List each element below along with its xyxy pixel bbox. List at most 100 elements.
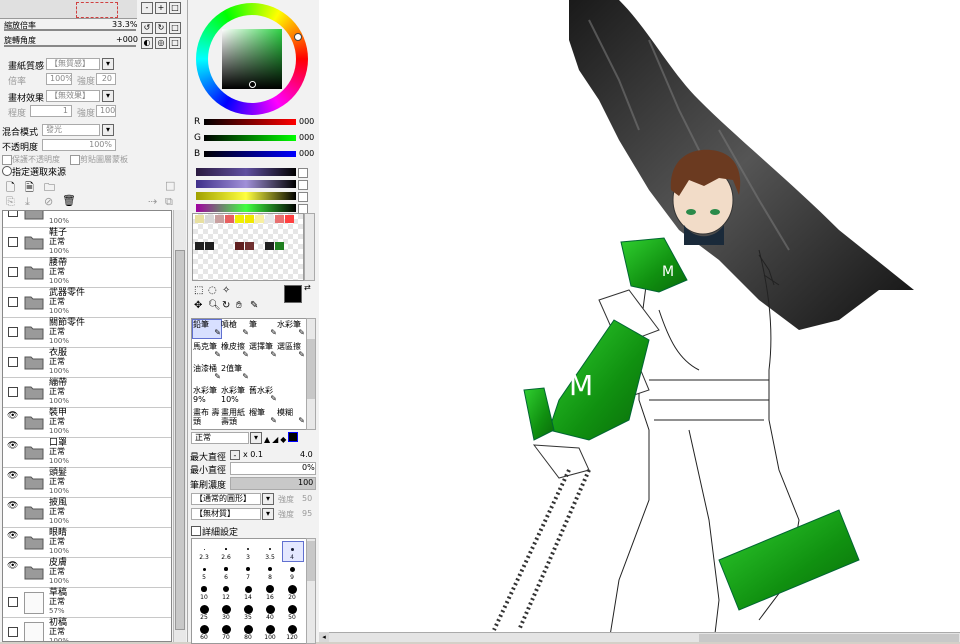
zoom-slider[interactable] xyxy=(4,29,136,31)
mix-bar-1[interactable] xyxy=(196,168,296,176)
tool-button[interactable]: 模糊 ✎ xyxy=(277,408,305,426)
tool-button[interactable]: 噴槍 ✎ xyxy=(221,320,249,338)
eye-icon[interactable]: 👁 xyxy=(7,531,18,541)
paper-effect-select[interactable]: 【無效果】 xyxy=(46,90,100,102)
eyedropper-icon[interactable]: ✎ xyxy=(250,300,258,311)
layer-row[interactable]: 👁 披風 正常 100% xyxy=(3,498,171,528)
move-icon[interactable]: ✥ xyxy=(194,300,202,311)
lasso-icon[interactable]: ◌ xyxy=(208,285,217,296)
layer-row[interactable]: 👁 皮膚 正常 100% xyxy=(3,558,171,588)
color-swatch[interactable] xyxy=(275,242,284,250)
swatch-scrollbar[interactable] xyxy=(304,213,315,281)
canvas[interactable]: M M ◂ xyxy=(319,0,960,642)
g-value[interactable]: 000 xyxy=(299,133,314,142)
select-rect-icon[interactable]: ⬚ xyxy=(194,285,203,296)
visibility-checkbox[interactable] xyxy=(8,297,18,307)
visibility-checkbox[interactable] xyxy=(8,627,18,637)
tool-button[interactable]: 2值筆 ✎ xyxy=(221,364,249,382)
max-size-value[interactable]: 4.0 xyxy=(300,450,313,459)
paper-strength-field[interactable]: 20 xyxy=(96,73,116,85)
tool-button[interactable]: 舊水彩 ✎ xyxy=(249,386,277,404)
swatch-palette[interactable] xyxy=(192,213,304,281)
brush-size-dot[interactable] xyxy=(265,624,275,634)
layer-scroll-thumb[interactable] xyxy=(175,250,185,630)
tool-button[interactable]: 水彩筆 ✎ xyxy=(277,320,305,338)
visibility-checkbox[interactable] xyxy=(8,237,18,247)
eye-icon[interactable]: 👁 xyxy=(7,561,18,571)
layer-row[interactable]: 草稿 正常 57% xyxy=(3,588,171,618)
detail-settings-checkbox[interactable] xyxy=(191,526,201,536)
brush-shape-dropdown[interactable]: ▾ xyxy=(262,493,274,505)
tool-button[interactable]: 油漆桶 ✎ xyxy=(193,364,221,382)
tool-button[interactable]: 畫布 壽頭✎ xyxy=(193,408,221,426)
clip-mask-checkbox[interactable] xyxy=(70,155,80,165)
brush-size-dot[interactable] xyxy=(199,624,209,634)
brush-texture-select[interactable]: 【無材質】 xyxy=(191,508,261,520)
color-swatch[interactable] xyxy=(205,215,214,223)
tool-button[interactable]: 水彩筆 9%✎ xyxy=(193,386,221,404)
zoom-out-button[interactable]: - xyxy=(141,2,153,14)
color-swatch[interactable] xyxy=(265,215,274,223)
brush-size-dot[interactable] xyxy=(221,624,231,634)
canvas-h-scrollbar[interactable] xyxy=(319,632,960,642)
magic-wand-icon[interactable]: ✧ xyxy=(222,285,230,296)
brush-size-dot[interactable] xyxy=(247,548,249,550)
brush-size-dot[interactable] xyxy=(202,567,206,571)
merge-visible-icon[interactable]: ⧉ xyxy=(165,195,173,209)
eye-icon[interactable]: 👁 xyxy=(7,411,18,421)
brush-size-dot[interactable] xyxy=(199,604,209,614)
tool-button[interactable]: 選區擦 ✎ xyxy=(277,342,305,360)
visibility-checkbox[interactable] xyxy=(8,357,18,367)
brush-size-dot[interactable] xyxy=(201,586,207,592)
paper-scale-field[interactable]: 100% xyxy=(46,73,72,85)
eye-icon[interactable]: 👁 xyxy=(7,441,18,451)
blend-mode-select[interactable]: 發光 xyxy=(42,124,100,136)
tool-button[interactable]: 選擇筆 ✎ xyxy=(249,342,277,360)
layer-row[interactable]: 鞋子 正常 100% xyxy=(3,228,171,258)
tool-button[interactable]: 筆 ✎ xyxy=(249,320,277,338)
hand-icon[interactable]: ✋︎ xyxy=(236,300,242,311)
tool-button[interactable] xyxy=(249,364,277,382)
tool-button[interactable]: 水彩筆 10%✎ xyxy=(221,386,249,404)
opacity-field[interactable]: 100% xyxy=(42,139,116,151)
view-reset-button[interactable]: □ xyxy=(169,37,181,49)
brush-texture-dropdown[interactable]: ▾ xyxy=(262,508,274,520)
brush-size-dot[interactable] xyxy=(267,566,273,572)
g-slider[interactable] xyxy=(204,135,296,141)
clear-layer-icon[interactable]: ⊘ xyxy=(44,195,53,208)
layer-row[interactable]: 繃帶 正常 100% xyxy=(3,378,171,408)
copy-layer-icon[interactable]: ⎘ xyxy=(6,195,15,209)
tool-button[interactable]: 畫用紙 壽頭✎ xyxy=(221,408,249,426)
brush-mode-select[interactable]: 正常 xyxy=(191,432,249,444)
r-slider[interactable] xyxy=(204,119,296,125)
b-slider[interactable] xyxy=(204,151,296,157)
color-wheel[interactable] xyxy=(196,3,308,115)
layer-row[interactable]: 關節零件 正常 100% xyxy=(3,318,171,348)
color-swatch[interactable] xyxy=(245,215,254,223)
paper-effect-dropdown[interactable]: ▾ xyxy=(102,90,114,102)
layer-row[interactable]: 武器零件 正常 100% xyxy=(3,288,171,318)
brush-size-dot[interactable] xyxy=(266,585,274,593)
layer-row[interactable]: 👁 裝甲 正常 100% xyxy=(3,408,171,438)
brush-size-dot[interactable] xyxy=(268,547,272,551)
flip-button[interactable]: ◐ xyxy=(141,37,153,49)
color-swatch[interactable] xyxy=(225,215,234,223)
brush-size-dot[interactable] xyxy=(243,604,253,614)
rotate-canvas-icon[interactable]: ↻ xyxy=(222,300,230,311)
tool-grid-scrollbar[interactable] xyxy=(306,318,316,430)
layer-up-icon[interactable]: □ xyxy=(165,179,175,192)
brush-size-dot[interactable] xyxy=(287,584,297,594)
angle-slider[interactable] xyxy=(4,45,136,47)
visibility-checkbox[interactable] xyxy=(8,267,18,277)
color-swatch[interactable] xyxy=(245,242,254,250)
tool-button[interactable] xyxy=(277,386,305,404)
selection-source-radio[interactable] xyxy=(2,166,12,176)
navigator-thumbnail[interactable] xyxy=(0,0,137,19)
tool-button[interactable]: 榴筆 ✎ xyxy=(249,408,277,426)
transfer-icon[interactable]: ⇢ xyxy=(148,195,157,208)
layer-row[interactable]: 初稿 正常 100% xyxy=(3,618,171,641)
color-swatch[interactable] xyxy=(285,215,294,223)
layer-row[interactable]: 👁 頭髮 正常 100% xyxy=(3,468,171,498)
brush-size-scrollbar[interactable] xyxy=(306,538,316,644)
effect-strength-field[interactable]: 100 xyxy=(96,105,116,117)
